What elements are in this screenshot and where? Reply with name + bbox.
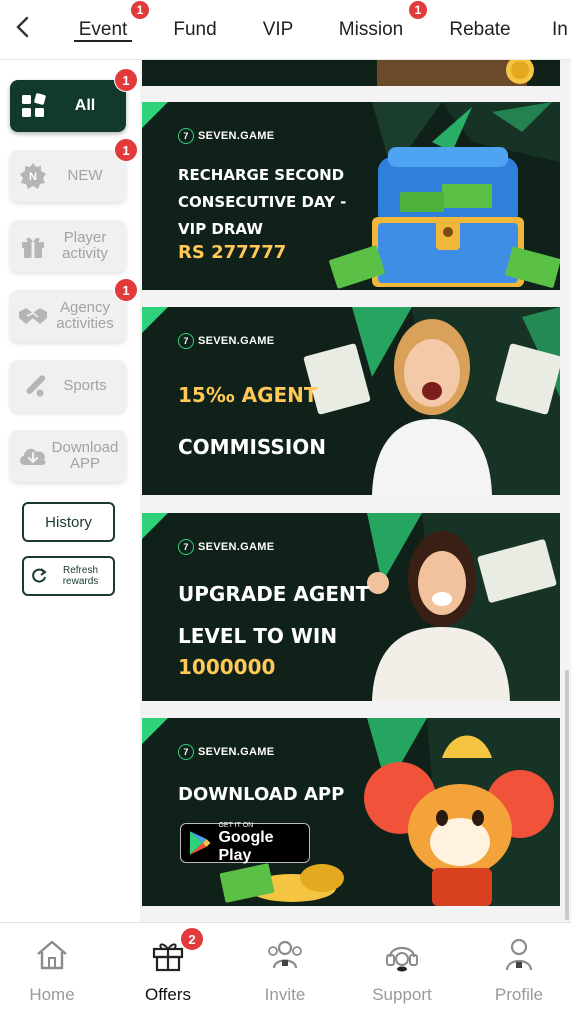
tab-in[interactable]: In	[552, 0, 571, 60]
event-banner-upgrade-agent[interactable]: 7 SEVEN.GAME UPGRADE AGENT LEVEL TO WIN 1…	[142, 513, 560, 701]
store-small-text: GET IT ON	[218, 821, 254, 829]
brand-name: SEVEN.GAME	[198, 335, 275, 347]
refresh-icon	[32, 568, 47, 583]
event-banner-list: 7 SEVEN.GAME RECHARGE SECOND CONSECUTIVE …	[140, 60, 571, 922]
banner-headline: COMMISSION	[178, 435, 327, 459]
sidebar-item-all[interactable]: All 1	[10, 68, 138, 132]
headline-line: UPGRADE AGENT	[178, 582, 370, 606]
seven-logo-icon: 7	[178, 128, 194, 144]
banner-headline: UPGRADE AGENT LEVEL TO WIN	[178, 573, 369, 657]
tab-vip[interactable]: VIP	[258, 0, 298, 60]
banner-amount: RS 277777	[178, 242, 287, 263]
sidebar-badge: 1	[114, 278, 138, 302]
store-big-text: Google Play	[218, 828, 274, 864]
headline-line: CONSECUTIVE DAY -	[178, 193, 347, 211]
nav-offers[interactable]: Offers 2	[118, 927, 218, 1017]
svg-text:N: N	[29, 171, 37, 183]
seven-logo-icon: 7	[178, 744, 194, 760]
sidebar-item-player-activity[interactable]: Player activity	[10, 220, 126, 272]
content-scrollbar[interactable]	[565, 670, 569, 920]
seven-logo-icon: 7	[178, 333, 194, 349]
nav-support[interactable]: Support	[352, 933, 452, 1017]
tab-event-label: Event	[78, 19, 128, 40]
nav-label: Offers	[145, 985, 191, 1004]
people-icon	[263, 933, 307, 977]
brand-logo: 7 SEVEN.GAME	[178, 333, 274, 349]
sidebar-item-new[interactable]: N NEW 1	[10, 138, 138, 202]
tab-event-badge: 1	[130, 0, 150, 20]
tab-rebate[interactable]: Rebate	[446, 0, 514, 60]
google-play-icon	[189, 831, 211, 855]
nav-badge: 2	[180, 927, 204, 951]
brand-name: SEVEN.GAME	[198, 541, 275, 553]
brand-logo: 7 SEVEN.GAME	[178, 128, 274, 144]
refresh-rewards-label: Refresh rewards	[62, 565, 99, 587]
sidebar-item-agency-activities[interactable]: Agency activities 1	[10, 278, 138, 342]
bat-icon	[16, 369, 50, 403]
tab-event[interactable]: Event 1	[74, 0, 150, 60]
google-play-badge: GET IT ON Google Play	[180, 821, 310, 864]
seven-logo-icon: 7	[178, 539, 194, 555]
sidebar-item-label: All	[74, 97, 96, 114]
tab-rebate-label: Rebate	[449, 19, 511, 40]
gift-icon	[16, 229, 50, 263]
sidebar-item-download-app[interactable]: Download APP	[10, 430, 126, 482]
event-banner-download-app[interactable]: 7 SEVEN.GAME DOWNLOAD APP GET IT ON Googl…	[142, 718, 560, 906]
sidebar-item-label: Player activity	[62, 229, 108, 262]
headline-line: RECHARGE SECOND	[178, 166, 345, 184]
tab-fund-label: Fund	[173, 19, 217, 40]
tab-mission-label: Mission	[338, 19, 404, 40]
event-banner-agent-commission[interactable]: 7 SEVEN.GAME 15‰ AGENT COMMISSION	[142, 307, 560, 495]
handshake-icon	[16, 299, 50, 333]
banner-background	[142, 60, 560, 86]
nav-invite[interactable]: Invite	[235, 933, 335, 1017]
top-tab-bar: Event 1 Fund VIP Mission 1 Rebate In	[0, 0, 571, 60]
sidebar-item-sports[interactable]: Sports	[10, 360, 126, 412]
cloud-download-icon	[16, 439, 50, 473]
brand-logo: 7 SEVEN.GAME	[178, 744, 274, 760]
refresh-rewards-button[interactable]: Refresh rewards	[22, 556, 115, 596]
tab-fund[interactable]: Fund	[168, 0, 222, 60]
brand-logo: 7 SEVEN.GAME	[178, 539, 274, 555]
headset-icon	[380, 933, 424, 977]
sidebar-item-label: Download APP	[51, 439, 119, 472]
headline-line: VIP DRAW	[178, 220, 263, 238]
app-screen: Event 1 Fund VIP Mission 1 Rebate In All…	[0, 0, 571, 1024]
back-button[interactable]	[8, 12, 36, 42]
event-banner-recharge[interactable]: 7 SEVEN.GAME RECHARGE SECOND CONSECUTIVE …	[142, 102, 560, 290]
event-banner-partial[interactable]	[142, 60, 560, 86]
sidebar-item-label: Agency activities	[56, 299, 114, 332]
sidebar-badge: 1	[114, 68, 138, 92]
nav-label: Home	[29, 985, 75, 1004]
tab-mission[interactable]: Mission 1	[336, 0, 428, 60]
nav-label: Invite	[264, 985, 306, 1004]
category-sidebar: All 1 N NEW 1 Player activity Agency act…	[0, 60, 140, 922]
nav-label: Profile	[494, 985, 544, 1004]
chevron-left-icon	[16, 16, 29, 38]
sidebar-badge: 1	[114, 138, 138, 162]
nav-home[interactable]: Home	[2, 933, 102, 1017]
history-button[interactable]: History	[22, 502, 115, 542]
nav-profile[interactable]: Profile	[469, 933, 569, 1017]
tab-vip-label: VIP	[262, 19, 294, 40]
tab-in-label: In	[552, 19, 568, 40]
sidebar-item-label: Sports	[63, 377, 107, 394]
sidebar-item-label: NEW	[67, 167, 103, 184]
history-button-label: History	[45, 513, 92, 531]
banner-headline: DOWNLOAD APP	[178, 784, 345, 805]
banner-headline: 15‰ AGENT	[178, 383, 318, 407]
brand-name: SEVEN.GAME	[198, 746, 275, 758]
user-icon	[497, 933, 541, 977]
bottom-navigation: Home Offers 2 Invite Support Profile	[0, 922, 571, 1024]
tab-mission-badge: 1	[408, 0, 428, 20]
grid-icon	[16, 89, 50, 123]
banner-amount: 1000000	[178, 655, 276, 679]
banner-headline: RECHARGE SECOND CONSECUTIVE DAY - VIP DR…	[178, 162, 346, 243]
headline-line: LEVEL TO WIN	[178, 624, 338, 648]
new-gear-icon: N	[16, 159, 50, 193]
nav-label: Support	[372, 985, 432, 1004]
brand-name: SEVEN.GAME	[198, 130, 275, 142]
home-icon	[30, 933, 74, 977]
